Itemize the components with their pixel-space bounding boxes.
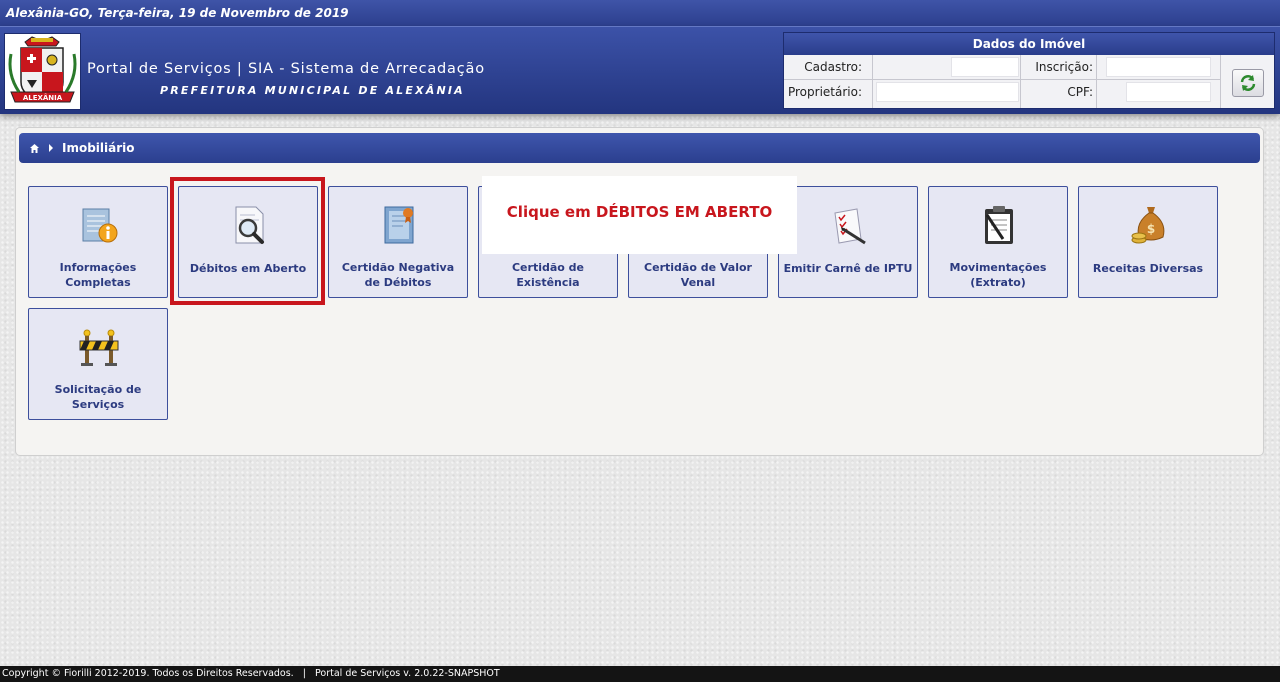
cadastro-label: Cadastro: [804,60,862,74]
coat-of-arms-icon: ALEXÂNIA [8,36,77,103]
tile-label: Emitir Carnê de IPTU [783,262,913,275]
city-logo: ALEXÂNIA [4,33,81,110]
tile-label: Solicitação de Serviços [54,383,142,411]
tile-emitir-carne-iptu[interactable]: Emitir Carnê de IPTU [778,186,918,298]
tile-label: Receitas Diversas [1092,262,1204,275]
cpf-label: CPF: [1067,85,1093,99]
tile-movimentacoes[interactable]: Movimentações (Extrato) [928,186,1068,298]
tile-receitas-diversas[interactable]: $ Receitas Diversas [1078,186,1218,298]
money-bag-icon: $ [1131,207,1165,244]
logo-lettering: ALEXÂNIA [23,93,63,102]
portal-title: Portal de Serviços | SIA - Sistema de Ar… [87,61,485,77]
checklist-pen-icon [834,208,866,245]
roadblock-icon [79,329,119,366]
inscricao-label: Inscrição: [1035,60,1093,74]
tile-label: Certidão de Valor Venal [644,261,752,289]
date-bar: Alexânia-GO, Terça-feira, 19 de Novembro… [0,0,1280,26]
proprietario-field[interactable] [876,82,1019,102]
tile-label: Informações Completas [59,261,137,289]
cpf-field[interactable] [1126,82,1211,102]
property-data-box: Dados do Imóvel Cadastro: Inscrição: Pro… [783,32,1275,109]
tile-informacoes-completas[interactable]: Informações Completas [28,186,168,298]
property-data-heading: Dados do Imóvel [784,33,1274,55]
instruction-callout: Clique em DÉBITOS EM ABERTO [482,176,797,254]
highlight-frame [170,177,325,305]
header: ALEXÂNIA Portal de Serviços | SIA - Sist… [0,26,1280,114]
portal-subtitle: PREFEITURA MUNICIPAL DE ALEXÂNIA [160,84,465,97]
tile-certidao-negativa[interactable]: Certidão Negativa de Débitos [328,186,468,298]
certificate-icon [384,206,414,244]
refresh-icon [1240,75,1256,91]
current-date: Alexânia-GO, Terça-feira, 19 de Novembro… [6,6,349,20]
refresh-button[interactable] [1232,69,1264,97]
breadcrumb: Imobiliário [19,133,1260,163]
tile-label: Certidão Negativa de Débitos [341,261,455,289]
svg-text:$: $ [1147,222,1155,236]
clipboard-icon [985,206,1013,244]
footer-text: Copyright © Fiorilli 2012-2019. Todos os… [2,668,500,679]
proprietario-label: Proprietário: [787,85,862,99]
chevron-right-icon [49,144,53,152]
info-document-icon [82,208,118,243]
tile-solicitacao-servicos[interactable]: Solicitação de Serviços [28,308,168,420]
tile-label: Movimentações (Extrato) [949,261,1047,289]
tile-label: Certidão de Existência [511,261,584,289]
breadcrumb-section[interactable]: Imobiliário [62,133,135,163]
footer: Copyright © Fiorilli 2012-2019. Todos os… [0,666,1280,682]
cadastro-field[interactable] [951,57,1019,77]
home-icon[interactable] [29,143,40,154]
inscricao-field[interactable] [1106,57,1211,77]
